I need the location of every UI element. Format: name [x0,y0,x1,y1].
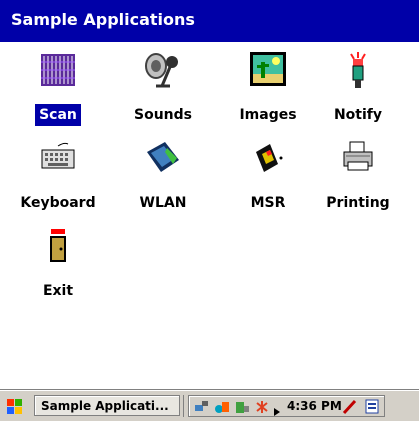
app-tile-exit[interactable]: Exit [6,226,110,336]
msr-icon [216,138,320,192]
app-label-images: Images [239,107,297,123]
network-icon[interactable] [193,399,211,419]
clock[interactable]: 4:36 PM [287,399,342,413]
wlan-icon [111,138,215,192]
app-label-printing: Printing [326,195,390,211]
app-label-keyboard: Keyboard [20,195,96,211]
taskbar: Sample Applicati... 4:36 PM [0,390,419,421]
title-bar: Sample Applications [0,0,419,42]
start-menu-icon[interactable] [2,396,28,418]
app-label-scan: Scan [35,104,81,126]
app-label-msr: MSR [250,195,286,211]
keyboard-icon [6,138,110,192]
window-title: Sample Applications [11,10,195,29]
app-label-sounds: Sounds [134,107,192,123]
sync-icon[interactable] [213,399,231,419]
scan-icon [6,50,110,104]
app-tile-msr[interactable]: MSR [216,138,320,248]
exit-door-icon [6,226,110,280]
printer-icon [306,138,410,192]
app-label-wlan: WLAN [139,195,187,211]
app-label-exit: Exit [42,283,74,299]
app-tile-printing[interactable]: Printing [306,138,410,248]
system-tray: 4:36 PM [188,395,385,417]
taskbar-separator [183,395,184,417]
images-icon [216,50,320,104]
app-label-notify: Notify [333,107,383,123]
app-tile-wlan[interactable]: WLAN [111,138,215,248]
sip-keyboard-icon[interactable] [365,399,381,419]
notify-icon [306,50,410,104]
sounds-icon [111,50,215,104]
bluetooth-icon[interactable] [253,399,271,419]
expand-arrow-icon[interactable] [273,402,281,421]
taskbar-app-button[interactable]: Sample Applicati... [34,395,180,416]
pen-input-icon[interactable] [341,399,359,419]
battery-icon[interactable] [233,399,251,419]
